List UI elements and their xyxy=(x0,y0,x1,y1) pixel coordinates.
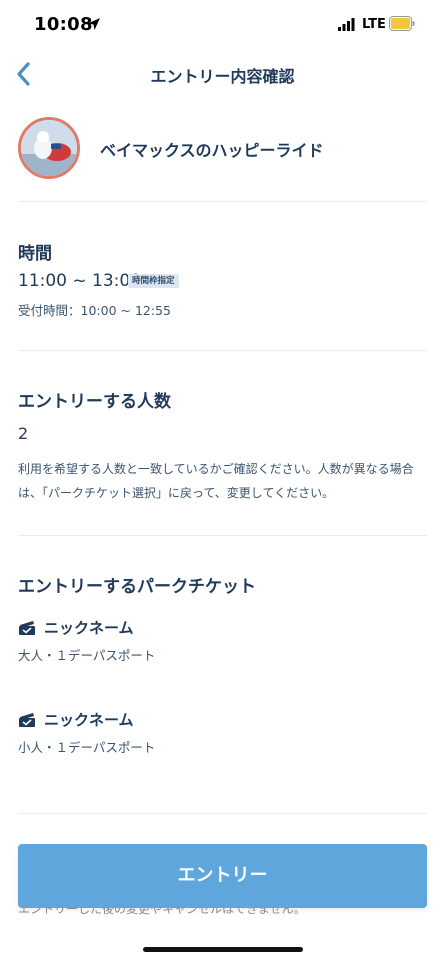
attraction-name: ベイマックスのハッピーライド xyxy=(100,141,324,160)
time-range: 11:00 ~ 13:00 xyxy=(18,271,142,291)
divider xyxy=(18,350,427,351)
entry-button[interactable]: エントリー xyxy=(18,844,427,908)
tickets-section-title: エントリーするパークチケット xyxy=(18,577,256,597)
page-title: エントリー内容確認 xyxy=(150,67,295,86)
ticket-type: 小人・１デーパスポート xyxy=(18,740,156,755)
status-bar: 10:08 LTE xyxy=(0,0,445,52)
home-indicator xyxy=(143,947,303,952)
ticket-nickname: ニックネーム xyxy=(44,711,134,729)
ticket-type: 大人・１デーパスポート xyxy=(18,648,156,663)
time-slot-badge: 時間枠指定 xyxy=(128,274,179,288)
divider xyxy=(18,813,427,814)
status-time: 10:08 xyxy=(34,14,93,35)
attraction-image-icon xyxy=(21,120,77,176)
attraction-summary: ベイマックスのハッピーライド xyxy=(0,117,445,179)
people-note: 利用を希望する人数と一致しているかご確認ください。人数が異なる場合は、「パークチ… xyxy=(18,462,414,500)
attraction-thumbnail xyxy=(18,117,80,179)
nav-header: エントリー内容確認 xyxy=(0,52,445,96)
ticket-icon xyxy=(19,713,35,727)
time-section-title: 時間 xyxy=(18,244,52,264)
divider xyxy=(18,201,427,202)
ticket-nickname: ニックネーム xyxy=(44,619,134,637)
signal-icon xyxy=(338,18,355,31)
reception-time: 受付時間：10:00 ~ 12:55 xyxy=(18,303,171,318)
location-arrow-icon xyxy=(88,18,100,30)
divider xyxy=(18,535,427,536)
battery-icon xyxy=(389,16,415,31)
ticket-icon xyxy=(19,621,35,635)
people-count: 2 xyxy=(18,424,29,443)
network-label: LTE xyxy=(362,17,386,32)
people-section-title: エントリーする人数 xyxy=(18,392,171,412)
